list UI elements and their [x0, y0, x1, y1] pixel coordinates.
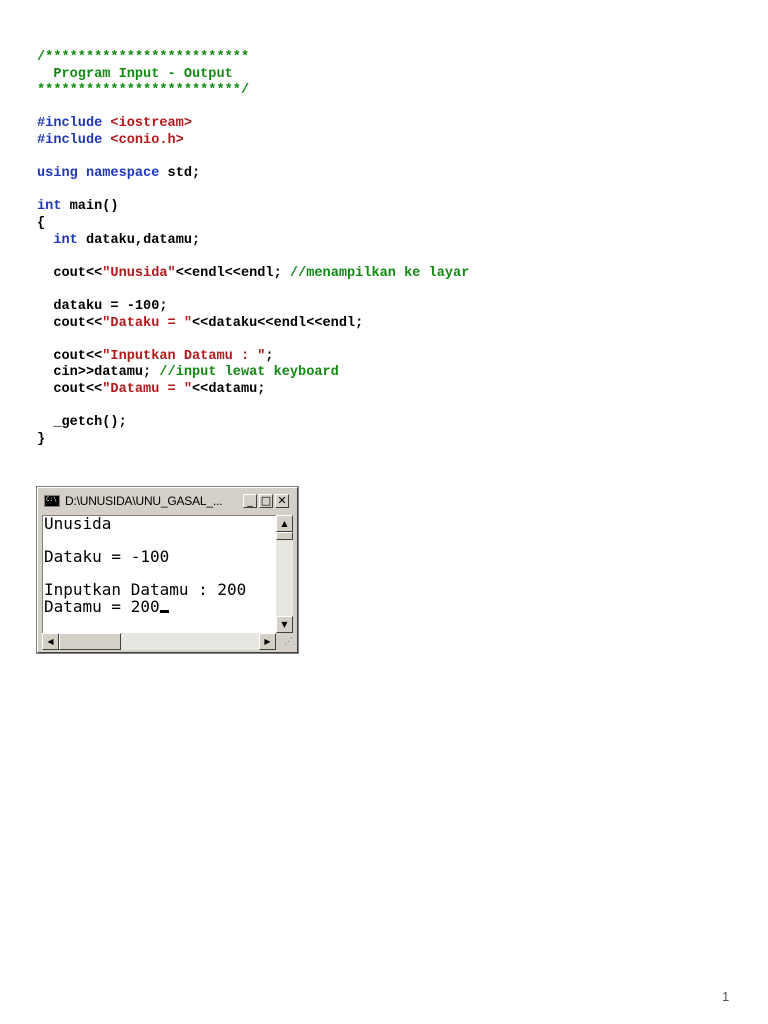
code-token: //menampilkan ke layar	[289, 265, 470, 281]
code-line: {	[37, 216, 717, 233]
code-token: <iostream>	[110, 116, 192, 132]
horizontal-scroll-thumb[interactable]	[59, 633, 121, 650]
code-token: }	[37, 431, 46, 447]
console-line-6: Datamu = 200	[43, 596, 276, 616]
console-titlebar[interactable]: C:\ D:\UNUSIDA\UNU_GASAL_... _ □ ✕	[40, 490, 295, 512]
code-token: "Inputkan Datamu : "	[102, 348, 266, 364]
code-line: *************************/	[37, 83, 717, 100]
scroll-up-button[interactable]: ▲	[276, 515, 293, 532]
code-token: dataku = -100;	[37, 298, 168, 314]
horizontal-scrollbar[interactable]: ◀ ▶	[42, 633, 276, 650]
code-line: cout<<"Datamu = "<<datamu;	[37, 382, 717, 399]
close-button[interactable]: ✕	[275, 494, 289, 508]
code-line: int main()	[37, 199, 717, 216]
code-token: std;	[159, 166, 201, 182]
text-cursor	[159, 609, 169, 613]
code-line: cin>>datamu; //input lewat keyboard	[37, 365, 717, 382]
code-token: cout<<	[37, 315, 103, 331]
code-line: _getch();	[37, 415, 717, 432]
code-token: cout<<	[37, 265, 103, 281]
console-title: D:\UNUSIDA\UNU_GASAL_...	[65, 494, 223, 508]
code-token: //input lewat keyboard	[159, 365, 339, 381]
code-token: /*************************	[37, 50, 250, 65]
code-token: dataku,datamu;	[77, 232, 201, 248]
code-token: main()	[61, 199, 119, 215]
code-token: int	[53, 232, 78, 248]
code-token: "Dataku = "	[102, 315, 192, 331]
code-token: <<dataku<<endl<<endl;	[192, 315, 364, 331]
code-line: #include <conio.h>	[37, 133, 717, 150]
code-token: int	[37, 199, 62, 215]
code-token: using namespace	[37, 166, 160, 182]
page-number: 1	[722, 989, 730, 1004]
console-line-3: Dataku = -100	[44, 547, 170, 566]
vertical-scrollbar[interactable]: ▲ ▼	[276, 515, 293, 633]
code-line: cout<<"Inputkan Datamu : ";	[37, 349, 717, 366]
code-token: cin>>datamu;	[37, 365, 160, 381]
maximize-button[interactable]: □	[259, 494, 273, 508]
code-token: #include	[37, 132, 111, 148]
vertical-scroll-thumb[interactable]	[276, 532, 293, 540]
code-listing: /************************* Program Input…	[37, 50, 717, 448]
code-token: cout<<	[37, 381, 103, 397]
resize-grip[interactable]: ⋰	[276, 633, 293, 650]
code-token: _getch();	[37, 415, 127, 431]
code-line: int dataku,datamu;	[37, 233, 717, 250]
code-line: Program Input - Output	[37, 67, 717, 84]
code-line: dataku = -100;	[37, 299, 717, 316]
code-token: {	[37, 215, 46, 231]
code-line: /*************************	[37, 50, 717, 67]
code-token: ;	[265, 348, 274, 364]
code-token: "Unusida"	[102, 265, 176, 281]
console-window[interactable]: C:\ D:\UNUSIDA\UNU_GASAL_... _ □ ✕ Unusi…	[36, 486, 299, 654]
scroll-right-button[interactable]: ▶	[259, 633, 276, 650]
code-line: cout<<"Dataku = "<<dataku<<endl<<endl;	[37, 316, 717, 333]
code-token: "Datamu = "	[102, 381, 192, 397]
code-token: *************************/	[37, 83, 250, 99]
console-line-6-text: Datamu = 200	[44, 596, 160, 616]
code-token: <<endl<<endl;	[175, 265, 290, 281]
console-app-icon-label: C:\	[46, 496, 57, 503]
code-token: <conio.h>	[110, 132, 184, 148]
code-token: <<datamu;	[192, 381, 266, 397]
scroll-left-button[interactable]: ◀	[42, 633, 59, 650]
code-line: #include <iostream>	[37, 116, 717, 133]
code-line: using namespace std;	[37, 166, 717, 183]
console-app-icon[interactable]: C:\	[44, 495, 60, 507]
code-line: }	[37, 432, 717, 449]
console-line-1: Unusida	[44, 514, 112, 533]
console-output[interactable]: Unusida Dataku = -100 Inputkan Datamu : …	[42, 515, 276, 633]
code-line: cout<<"Unusida"<<endl<<endl; //menampilk…	[37, 266, 717, 283]
code-token: #include	[37, 116, 111, 132]
minimize-button[interactable]: _	[243, 494, 257, 508]
scroll-down-button[interactable]: ▼	[276, 616, 293, 633]
code-token: cout<<	[37, 348, 103, 364]
code-token: Program Input - Output	[37, 66, 233, 82]
